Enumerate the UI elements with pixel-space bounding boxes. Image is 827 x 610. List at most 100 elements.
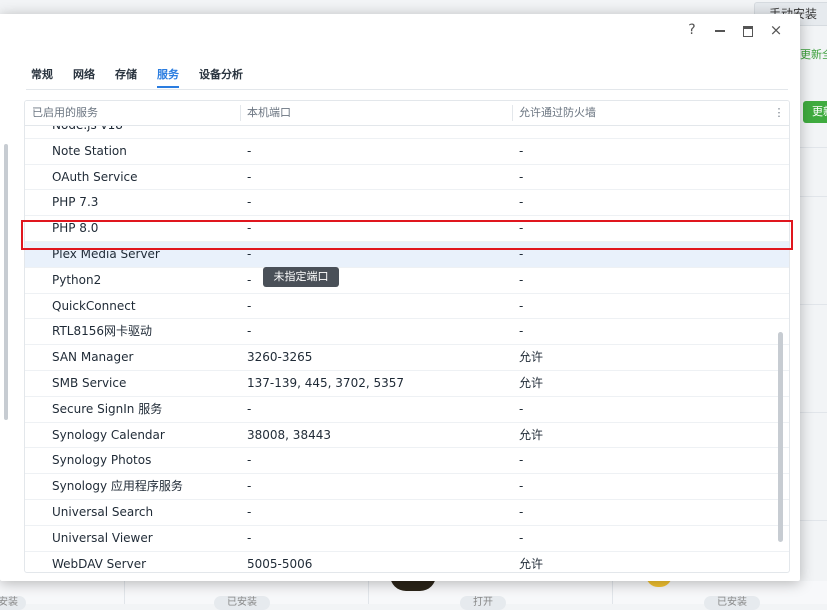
tab-services[interactable]: 服务 (157, 66, 179, 88)
firewall-cell: - (519, 221, 524, 236)
service-name-cell: SMB Service (52, 375, 127, 390)
tab-device-analysis[interactable]: 设备分析 (199, 66, 243, 88)
port-cell: - (247, 143, 252, 158)
firewall-cell: - (519, 530, 524, 545)
port-cell: - (247, 169, 252, 184)
firewall-cell: - (519, 143, 524, 158)
table-row[interactable]: Universal Viewer - - (25, 526, 789, 552)
table-row[interactable]: Synology Calendar 38008, 38443 允许 (25, 423, 789, 449)
update-button[interactable]: 更新 (803, 101, 827, 123)
port-cell: - (247, 246, 252, 261)
port-cell: - (247, 479, 252, 494)
table-row[interactable]: SAN Manager 3260-3265 允许 (25, 345, 789, 371)
table-row[interactable]: WebDAV Server 5005-5006 允许 (25, 552, 789, 572)
minimize-button[interactable] (712, 22, 728, 38)
service-name-cell: OAuth Service (52, 169, 138, 184)
firewall-cell: - (519, 272, 524, 287)
column-header-service[interactable]: 已启用的服务 (32, 101, 98, 125)
firewall-cell: 允许 (519, 556, 544, 571)
table-header: 已启用的服务 本机端口 允许通过防火墙 ⋮ (25, 101, 789, 126)
service-name-cell: Python2 (52, 272, 102, 287)
table-row[interactable]: Note Station - - (25, 139, 789, 165)
port-cell: 38008, 38443 (247, 427, 331, 442)
service-name-cell: WebDAV Server (52, 556, 147, 571)
port-cell: - (247, 324, 252, 339)
service-name-cell: PHP 7.3 (52, 195, 99, 210)
column-menu-icon[interactable]: ⋮ (773, 101, 785, 125)
port-cell: 3260-3265 (247, 350, 313, 365)
firewall-cell: - (519, 324, 524, 339)
table-row[interactable]: Universal Search - - (25, 500, 789, 526)
active-tab-indicator (157, 86, 179, 88)
service-name-cell: QuickConnect (52, 298, 136, 313)
column-resize-handle[interactable] (240, 105, 241, 121)
table-row[interactable]: PHP 7.3 - - (25, 190, 789, 217)
update-all-link[interactable]: 更新全部 (800, 46, 827, 62)
scrollbar[interactable] (778, 332, 783, 542)
firewall-cell: - (519, 453, 524, 468)
maximize-button[interactable] (740, 22, 756, 38)
help-button[interactable]: ? (684, 22, 700, 38)
installed-badge: 已安装 (214, 596, 270, 610)
column-header-port[interactable]: 本机端口 (247, 101, 291, 125)
firewall-cell: - (519, 504, 524, 519)
column-header-firewall[interactable]: 允许通过防火墙 (519, 101, 596, 125)
dialog-titlebar[interactable]: ? × (0, 14, 800, 48)
bg-divider (124, 581, 125, 604)
port-tooltip: 未指定端口 (263, 267, 339, 287)
port-cell: - (247, 504, 252, 519)
port-cell: - (247, 298, 252, 313)
bg-divider (368, 581, 369, 604)
bg-divider (800, 196, 827, 197)
table-body[interactable]: Node.js v18--Note Station--OAuth Service… (25, 126, 789, 572)
service-name-cell: Plex Media Server (52, 246, 160, 261)
installed-badge: 已安装 (0, 596, 26, 610)
close-button[interactable]: × (768, 22, 784, 38)
tab-general[interactable]: 常规 (31, 66, 53, 88)
table-row[interactable]: PHP 8.0 - - (25, 216, 789, 242)
firewall-cell: 允许 (519, 350, 544, 365)
table-row[interactable]: Synology 应用程序服务 - - (25, 474, 789, 500)
info-center-dialog: ? × 常规 网络 存储 服务 设备分析 已启用的服务 本机端口 允许通过防火墙… (0, 14, 800, 581)
port-cell: - (247, 453, 252, 468)
service-name-cell: Note Station (52, 143, 127, 158)
port-cell: - (247, 221, 252, 236)
table-rows: Node.js v18--Note Station--OAuth Service… (25, 126, 789, 572)
port-cell: - (247, 272, 252, 287)
tab-bar: 常规 网络 存储 服务 设备分析 (31, 66, 263, 88)
bg-divider (800, 412, 827, 413)
service-name-cell: RTL8156网卡驱动 (52, 324, 153, 339)
column-resize-handle[interactable] (512, 105, 513, 121)
table-row[interactable]: Synology Photos - - (25, 448, 789, 475)
table-row[interactable]: Plex Media Server - - (25, 241, 789, 268)
table-row[interactable]: Secure SignIn 服务 - - (25, 397, 789, 423)
service-name-cell: Synology Photos (52, 453, 152, 468)
port-cell: - (247, 195, 252, 210)
tab-storage[interactable]: 存储 (115, 66, 137, 88)
table-row[interactable]: Node.js v18 - - (25, 126, 789, 139)
installed-badge: 已安装 (704, 596, 760, 610)
firewall-cell: 允许 (519, 375, 544, 390)
service-name-cell: Node.js v18 (52, 126, 123, 137)
port-cell: - (247, 530, 252, 545)
firewall-cell: - (519, 169, 524, 184)
tabs-divider (26, 89, 788, 90)
table-row[interactable]: Python2 - - (25, 268, 789, 294)
table-row[interactable]: SMB Service 137-139, 445, 3702, 5357 允许 (25, 371, 789, 397)
firewall-cell: - (519, 126, 523, 137)
scrollbar[interactable] (4, 144, 8, 420)
port-cell: 5005-5006 (247, 556, 313, 571)
open-button[interactable]: 打开 (460, 596, 506, 610)
tab-network[interactable]: 网络 (73, 66, 95, 88)
firewall-cell: 允许 (519, 427, 544, 442)
bg-divider (612, 581, 613, 604)
table-row[interactable]: QuickConnect - - (25, 294, 789, 320)
service-name-cell: Universal Viewer (52, 530, 153, 545)
firewall-cell: - (519, 246, 524, 261)
port-cell: - (247, 126, 251, 137)
table-row[interactable]: OAuth Service - - (25, 165, 789, 191)
table-row[interactable]: RTL8156网卡驱动 - - (25, 319, 789, 346)
firewall-cell: - (519, 479, 524, 494)
port-cell: 137-139, 445, 3702, 5357 (247, 375, 405, 390)
service-name-cell: Universal Search (52, 504, 154, 519)
